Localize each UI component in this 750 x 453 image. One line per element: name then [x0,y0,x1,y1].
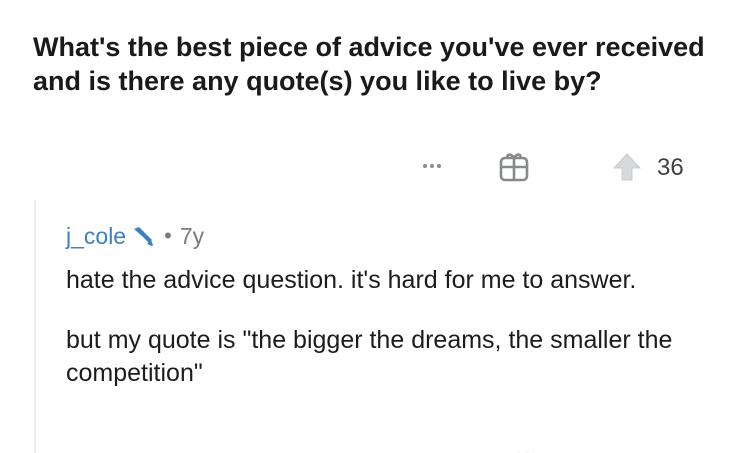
comment-username[interactable]: j_cole [66,222,126,250]
more-options-button[interactable] [414,154,450,178]
gift-award-icon [499,153,529,182]
award-button[interactable] [497,150,531,184]
comment-timestamp: 7y [179,223,205,249]
comment-meta: j_cole • 7y [66,222,204,250]
upvote-arrow-icon [612,153,642,181]
comment-thread: j_cole • 7y hate the advice question. it… [34,200,750,453]
post-action-bar: 36 [0,146,750,190]
more-horizontal-icon [423,164,427,168]
award-peek-icon [516,452,530,453]
more-dot [437,164,441,168]
moderator-shield-icon [134,227,154,246]
comment-paragraph: hate the advice question. it's hard for … [66,266,637,294]
more-dot [430,164,434,168]
comment-body: hate the advice question. it's hard for … [66,264,726,417]
vote-count: 36 [657,154,684,181]
meta-separator: • [164,223,172,248]
post-container: What's the best piece of advice you've e… [0,0,750,453]
comment-paragraph: but my quote is "the bigger the dreams, … [66,326,673,387]
post-title[interactable]: What's the best piece of advice you've e… [33,30,723,98]
upvote-button[interactable] [612,152,642,182]
